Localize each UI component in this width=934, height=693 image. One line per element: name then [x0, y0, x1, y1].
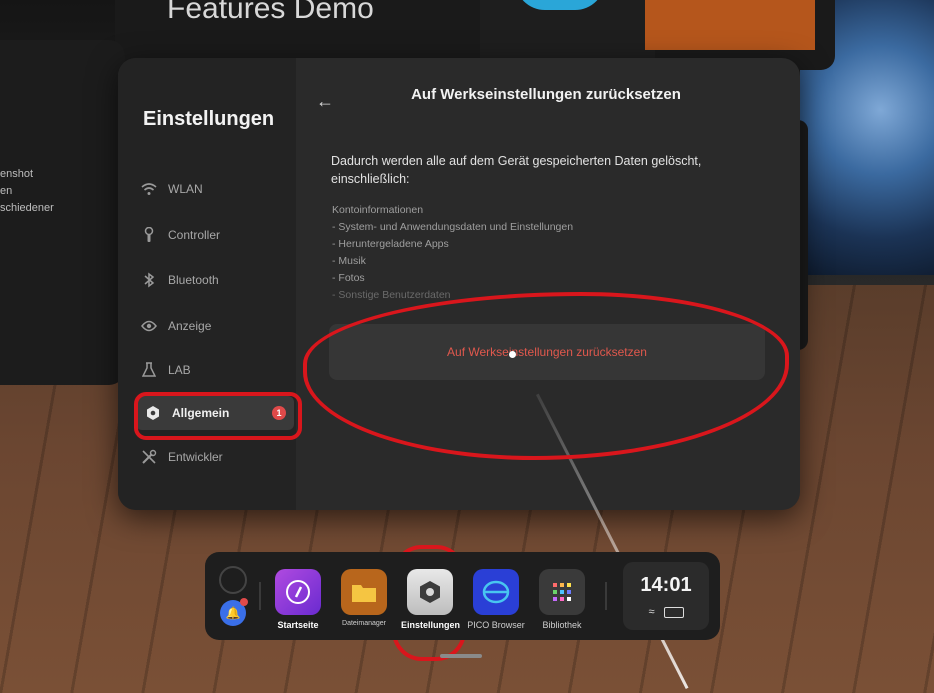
settings-window: Einstellungen WLAN Controller Bluetooth …: [118, 58, 800, 510]
background-left-panel: enshot en schiedener: [0, 40, 125, 385]
background-tile-orange: [645, 0, 815, 50]
sidebar-item-bluetooth[interactable]: Bluetooth: [140, 263, 290, 297]
list-item: - Heruntergeladene Apps: [332, 238, 449, 250]
sidebar-item-label: Allgemein: [172, 406, 230, 420]
list-item: Kontoinformationen: [332, 204, 424, 216]
sidebar-item-label: LAB: [168, 363, 191, 377]
sidebar-item-label: Bluetooth: [168, 273, 219, 287]
hexagon-settings-icon: [407, 569, 453, 615]
dock-app-startseite[interactable]: Startseite: [269, 569, 327, 630]
wifi-icon: [140, 180, 158, 198]
data-list: Kontoinformationen - System- und Anwendu…: [332, 202, 573, 304]
battery-icon: [663, 606, 684, 618]
notification-bell-icon[interactable]: 🔔: [220, 598, 248, 626]
dock-app-bibliothek[interactable]: Bibliothek: [533, 569, 591, 630]
sidebar-item-label: WLAN: [168, 182, 203, 196]
page-title: Auf Werkseinstellungen zurücksetzen: [411, 86, 681, 103]
tools-icon: [140, 448, 158, 466]
app-label: Einstellungen: [401, 620, 461, 630]
dock-app-dateimanager[interactable]: Dateimanager: [335, 569, 393, 627]
sidebar-item-wlan[interactable]: WLAN: [140, 172, 290, 206]
wifi-off-icon: ≈: [648, 606, 655, 618]
dock-app-pico-browser[interactable]: PICO Browser: [467, 569, 525, 630]
taskbar-dock: 🔔 Startseite Dateimanager Einstellungen …: [205, 552, 720, 640]
clock-time: 14:01: [640, 574, 692, 596]
notification-badge: 1: [272, 406, 286, 420]
browser-icon: [473, 569, 519, 615]
background-panel-title: Features Demo: [167, 0, 374, 25]
sidebar-item-label: Anzeige: [168, 319, 212, 333]
settings-heading: Einstellungen: [143, 108, 275, 130]
factory-reset-button[interactable]: Auf Werkseinstellungen zurücksetzen: [329, 324, 765, 380]
dock-divider: [259, 582, 261, 610]
sidebar-item-label: Controller: [168, 228, 221, 242]
list-item: - Musik: [332, 255, 366, 267]
app-label: Dateimanager: [342, 620, 386, 627]
compass-icon: [275, 569, 321, 615]
sidebar-item-lab[interactable]: LAB: [140, 353, 290, 387]
folder-icon: [341, 569, 387, 615]
hexagon-settings-icon: [144, 404, 162, 422]
settings-sidebar: Einstellungen WLAN Controller Bluetooth …: [118, 58, 296, 510]
eye-icon: [140, 317, 158, 335]
app-label: Startseite: [277, 620, 319, 630]
sidebar-item-controller[interactable]: Controller: [140, 218, 290, 252]
bluetooth-icon: [140, 271, 158, 289]
background-left-line: schiedener: [0, 202, 54, 214]
background-left-line: enshot: [0, 168, 34, 180]
grid-icon: [539, 569, 585, 615]
background-tile: [480, 0, 655, 58]
list-item: - Sonstige Benutzerdaten: [332, 289, 451, 301]
pointer-cursor: [509, 351, 516, 358]
sidebar-item-label: Entwickler: [168, 450, 223, 464]
app-label: PICO Browser: [467, 620, 525, 630]
dock-app-einstellungen[interactable]: Einstellungen: [401, 569, 461, 630]
controller-icon: [140, 226, 158, 244]
settings-content: ← Auf Werkseinstellungen zurücksetzen Da…: [296, 58, 800, 510]
list-item: - System- und Anwendungsdaten und Einste…: [332, 221, 574, 233]
sidebar-item-anzeige[interactable]: Anzeige: [140, 309, 290, 343]
dock-divider: [605, 582, 607, 610]
list-item: - Fotos: [332, 272, 365, 284]
flask-icon: [140, 361, 158, 379]
app-label: Bibliothek: [542, 620, 582, 630]
clock-status-box[interactable]: 14:01 ≈: [623, 562, 709, 630]
reset-description: Dadurch werden alle auf dem Gerät gespei…: [331, 154, 702, 186]
status-ring[interactable]: [219, 566, 247, 594]
sidebar-item-entwickler[interactable]: Entwickler: [140, 440, 290, 474]
dock-drag-handle[interactable]: [440, 654, 482, 658]
background-left-line: en: [0, 185, 13, 197]
sidebar-item-allgemein[interactable]: Allgemein 1: [136, 396, 294, 430]
status-icons: ≈: [623, 606, 709, 618]
